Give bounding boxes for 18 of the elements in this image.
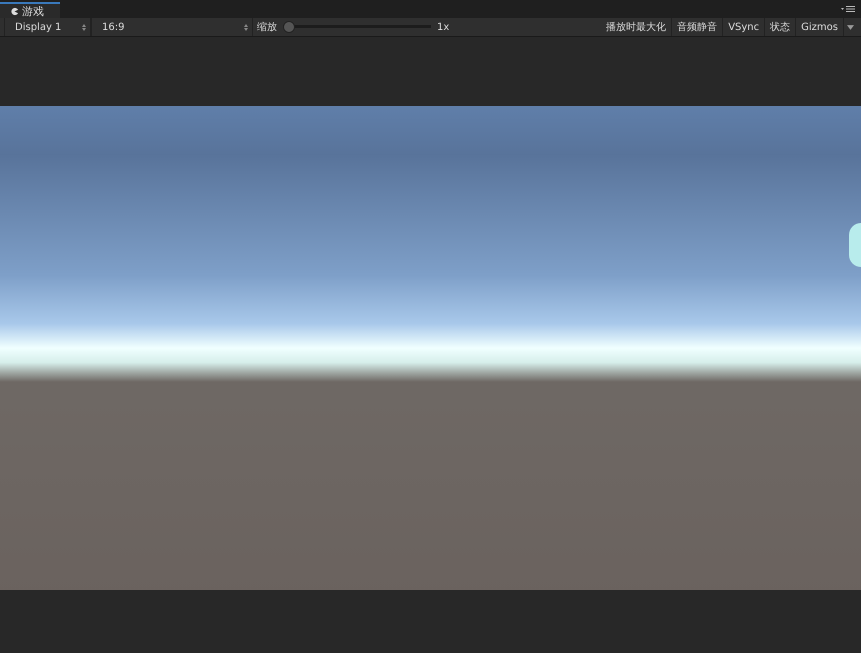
toolbar-toggle[interactable]: 状态 (765, 18, 796, 36)
aspect-dropdown[interactable]: 16:9 (91, 18, 253, 36)
scale-label: 缩放 (257, 20, 277, 34)
scale-reading: 1x (437, 22, 450, 32)
tab-label: 游戏 (22, 4, 44, 18)
up-down-arrows-icon (82, 24, 86, 30)
toolbar-toggle[interactable]: 音频静音 (672, 18, 724, 36)
scale-slider[interactable] (283, 21, 431, 33)
toolbar-toggle[interactable]: Gizmos (796, 18, 844, 36)
up-down-arrows-icon (244, 24, 248, 30)
caret-icon[interactable] (847, 24, 854, 30)
menu-icon[interactable] (841, 5, 855, 13)
game-tab[interactable]: 游戏 (0, 2, 60, 18)
display-dropdown[interactable]: Display 1 (4, 18, 91, 36)
toolbar-toggle[interactable]: VSync (723, 18, 766, 36)
sun-drawing (849, 223, 861, 267)
pacman-icon (10, 6, 19, 16)
toolbar-toggle[interactable]: 播放时最大化 (601, 18, 672, 36)
